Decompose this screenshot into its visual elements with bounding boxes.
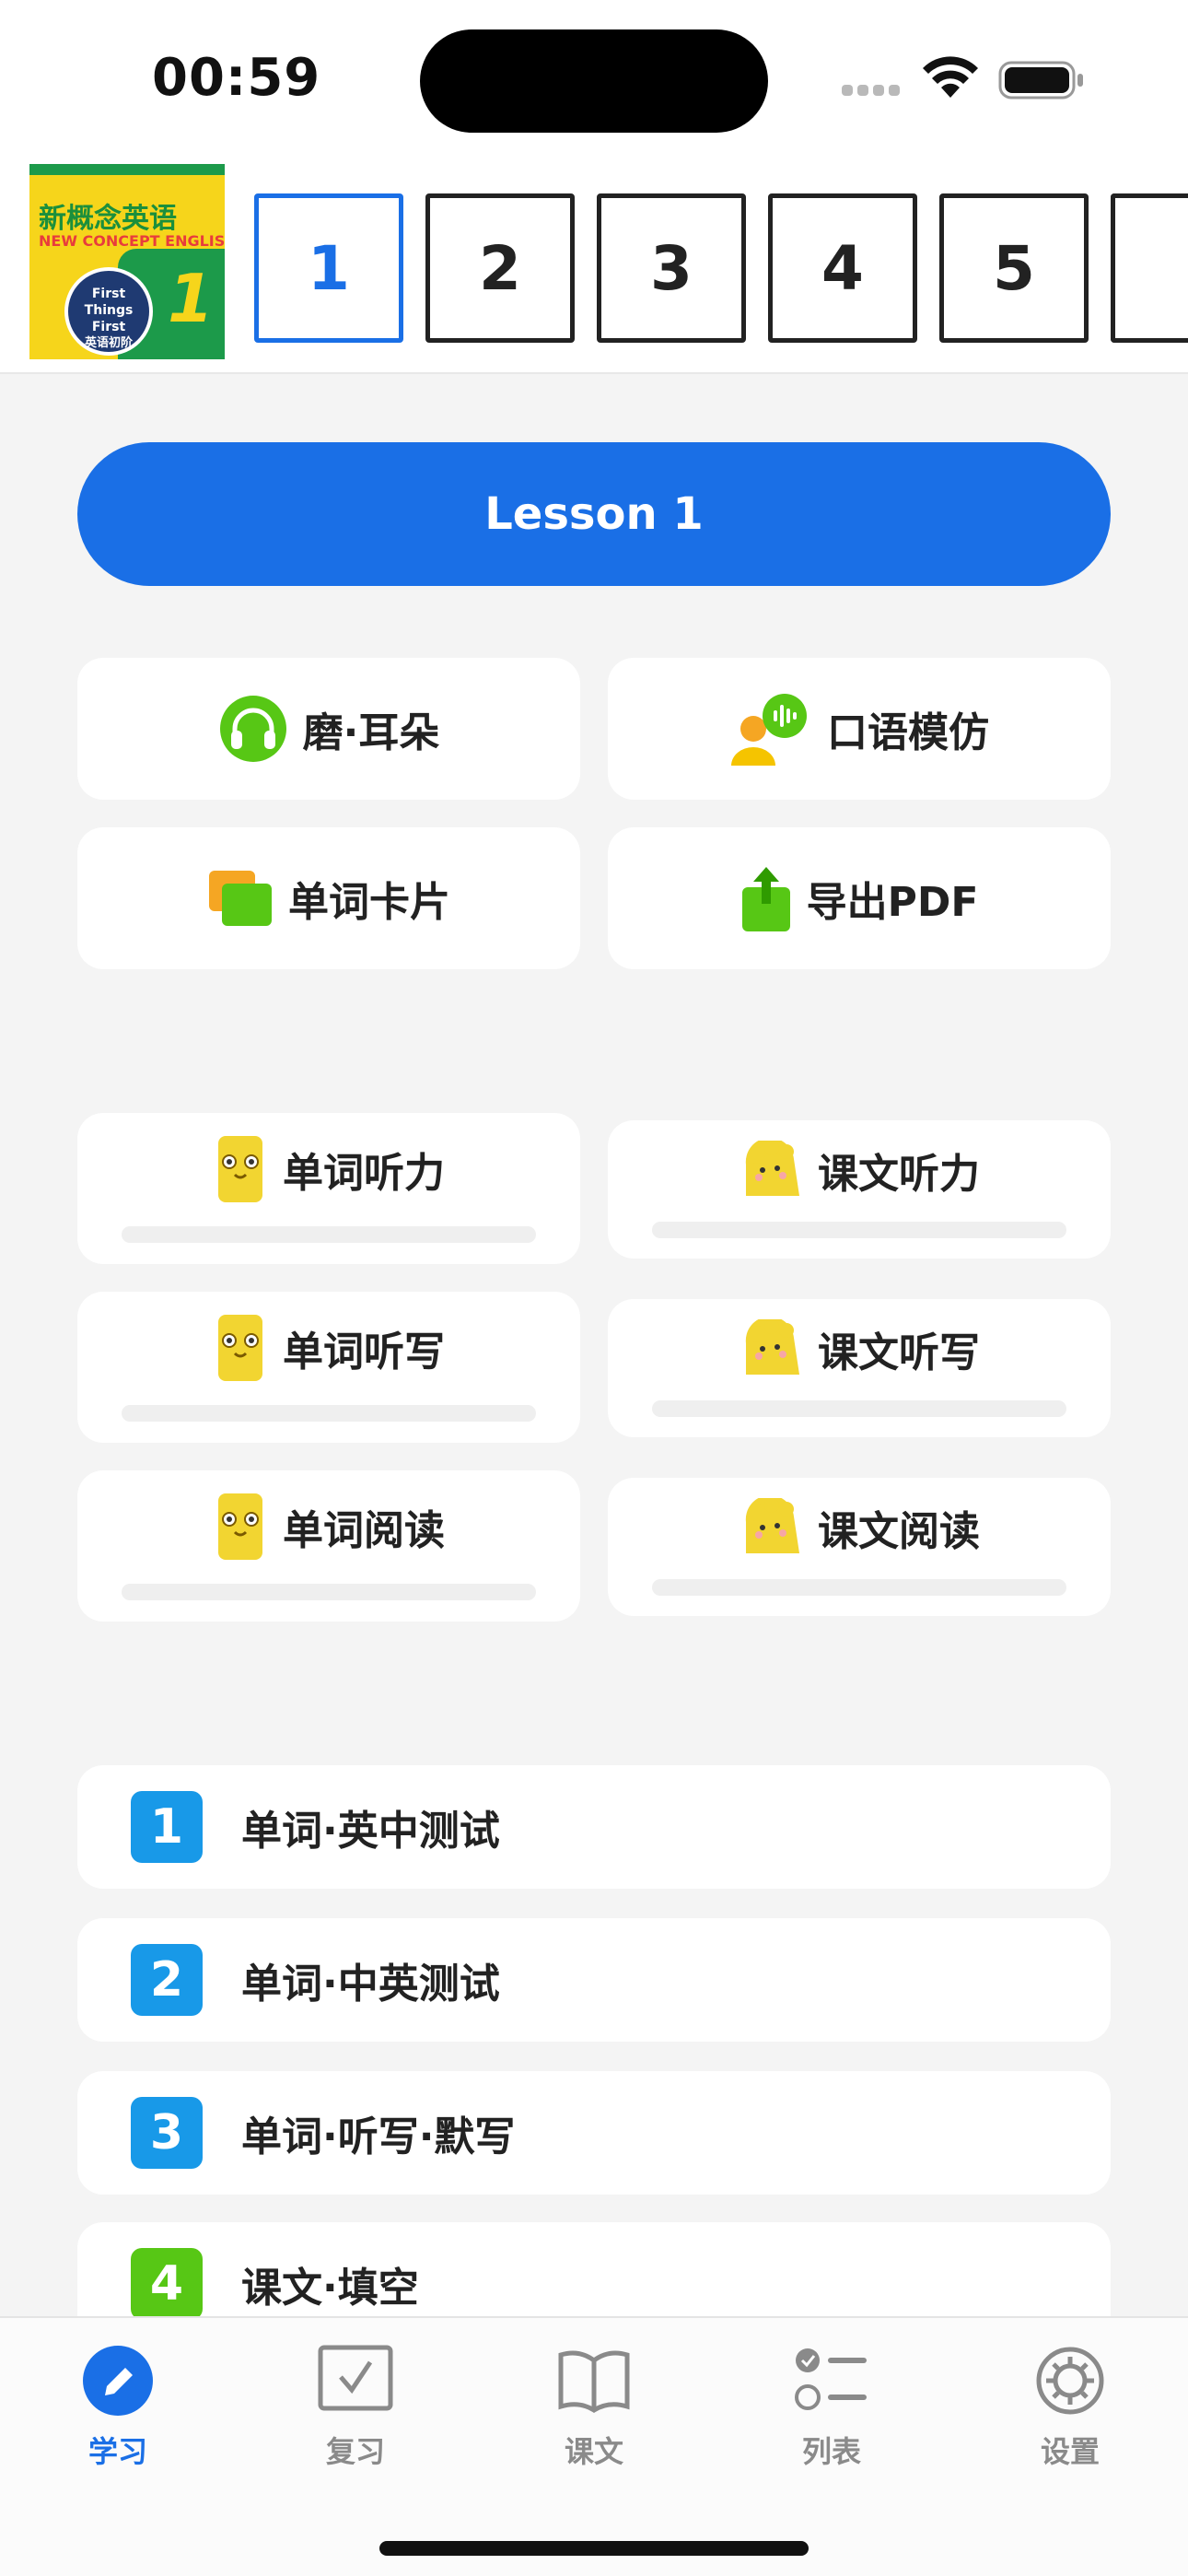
book-title: 新概念英语 (39, 203, 177, 235)
book-icon (558, 2350, 630, 2413)
tool-card-export-pdf[interactable]: 导出PDF (608, 827, 1111, 969)
yellow-paw-mascot-icon (745, 1141, 799, 1196)
quiz-number-badge: 2 (131, 1944, 203, 2016)
cellular-signal-icon (842, 85, 901, 100)
book-subtitle: NEW CONCEPT ENGLISH (39, 232, 225, 250)
headphones-icon (219, 696, 286, 762)
yellow-card-mascot-icon (218, 1315, 262, 1381)
battery-icon (998, 61, 1083, 100)
speaking-person-icon (731, 694, 807, 766)
practice-card-text-dictation[interactable]: 课文听写 (608, 1299, 1111, 1437)
tool-card-speaking[interactable]: 口语模仿 (608, 658, 1111, 800)
tool-card-label: 口语模仿 (827, 709, 989, 756)
quiz-item-1[interactable]: 1 单词·英中测试 (77, 1765, 1111, 1889)
export-icon (741, 867, 790, 931)
tab-label: 学习 (87, 2434, 147, 2469)
quiz-label: 单词·听写·默写 (241, 2113, 516, 2160)
practice-card-word-reading[interactable]: 单词阅读 (77, 1470, 580, 1622)
quiz-number-badge: 1 (131, 1791, 203, 1863)
practice-card-label: 课文阅读 (818, 1508, 980, 1555)
lesson-number-5[interactable]: 5 (939, 193, 1089, 343)
tool-card-label: 磨·耳朵 (302, 709, 440, 756)
practice-card-label: 单词阅读 (283, 1507, 445, 1554)
tab-label: 列表 (801, 2434, 861, 2469)
status-bar: 00:59 (0, 0, 1188, 157)
lesson-number-3[interactable]: 3 (597, 193, 746, 343)
dynamic-island (420, 29, 768, 133)
tab-settings[interactable]: 设置 (987, 2342, 1153, 2471)
gear-icon (1036, 2347, 1104, 2415)
quiz-label: 课文·填空 (241, 2265, 419, 2312)
tab-label: 设置 (1040, 2434, 1100, 2469)
tool-card-flashcards[interactable]: 单词卡片 (77, 827, 580, 969)
practice-card-word-listening[interactable]: 单词听力 (77, 1113, 580, 1264)
home-indicator (379, 2541, 809, 2556)
progress-bar (652, 1222, 1066, 1238)
tab-study[interactable]: 学习 (35, 2342, 201, 2471)
tab-label: 课文 (564, 2434, 623, 2469)
checkbox-icon (318, 2345, 393, 2411)
practice-card-label: 单词听写 (283, 1329, 445, 1376)
tool-card-label: 单词卡片 (288, 879, 450, 926)
practice-card-label: 单词听力 (283, 1150, 445, 1197)
practice-card-word-dictation[interactable]: 单词听写 (77, 1292, 580, 1443)
practice-card-text-listening[interactable]: 课文听力 (608, 1120, 1111, 1259)
practice-card-label: 课文听力 (818, 1151, 980, 1198)
yellow-paw-mascot-icon (745, 1498, 799, 1553)
lesson-selector-header: 新概念英语 NEW CONCEPT ENGLISH 1 First Things… (0, 157, 1188, 374)
tab-review[interactable]: 复习 (273, 2342, 438, 2471)
quiz-number-badge: 4 (131, 2248, 203, 2320)
quiz-label: 单词·英中测试 (241, 1808, 500, 1855)
tool-card-listening-loop[interactable]: 磨·耳朵 (77, 658, 580, 800)
quiz-item-3[interactable]: 3 单词·听写·默写 (77, 2071, 1111, 2195)
quiz-item-2[interactable]: 2 单词·中英测试 (77, 1918, 1111, 2042)
checklist-icon (795, 2348, 867, 2410)
book-number: 1 (168, 260, 215, 337)
practice-card-label: 课文听写 (818, 1329, 980, 1376)
status-time: 00:59 (152, 48, 321, 108)
lesson-number-6-partial[interactable] (1111, 193, 1188, 343)
lesson-number-4[interactable]: 4 (768, 193, 917, 343)
yellow-paw-mascot-icon (745, 1319, 799, 1375)
practice-card-text-reading[interactable]: 课文阅读 (608, 1478, 1111, 1616)
yellow-card-mascot-icon (218, 1493, 262, 1560)
progress-bar (652, 1400, 1066, 1417)
quiz-label: 单词·中英测试 (241, 1961, 500, 2008)
progress-bar (652, 1579, 1066, 1596)
lesson-title-button[interactable]: Lesson 1 (77, 442, 1111, 586)
lesson-number-2[interactable]: 2 (425, 193, 575, 343)
progress-bar (122, 1226, 536, 1243)
pencil-icon (83, 2346, 153, 2416)
flashcards-icon (209, 871, 272, 926)
book-cover[interactable]: 新概念英语 NEW CONCEPT ENGLISH 1 First Things… (29, 164, 225, 359)
quiz-number-badge: 3 (131, 2097, 203, 2169)
book-badge: First Things First 英语初阶 (64, 267, 153, 356)
lesson-number-1[interactable]: 1 (254, 193, 403, 343)
tab-text[interactable]: 课文 (511, 2342, 677, 2471)
wifi-icon (923, 56, 978, 98)
tool-card-label: 导出PDF (806, 879, 979, 926)
progress-bar (122, 1584, 536, 1600)
tab-label: 复习 (325, 2434, 385, 2469)
tab-list[interactable]: 列表 (749, 2342, 914, 2471)
progress-bar (122, 1405, 536, 1422)
yellow-card-mascot-icon (218, 1136, 262, 1202)
tab-bar: 学习 复习 课文 列表 设置 (0, 2316, 1188, 2576)
